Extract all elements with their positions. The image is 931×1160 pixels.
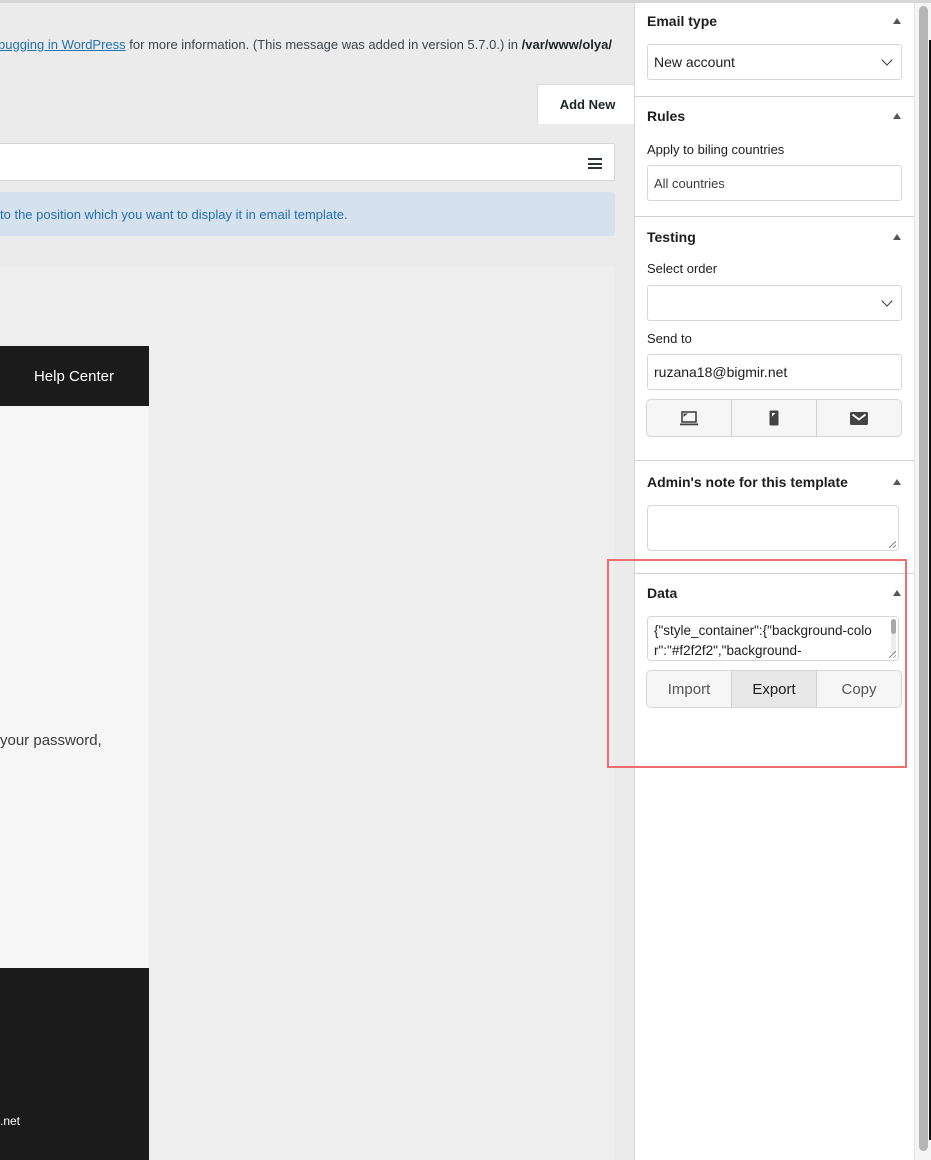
panel-admin-note-title: Admin's note for this template bbox=[647, 474, 848, 490]
email-type-select[interactable]: New account bbox=[647, 44, 902, 80]
desktop-preview-button[interactable] bbox=[647, 400, 732, 436]
copy-button[interactable]: Copy bbox=[817, 671, 901, 707]
mobile-preview-button[interactable] bbox=[732, 400, 817, 436]
collapse-icon[interactable] bbox=[893, 18, 901, 24]
info-banner-text: to the position which you want to displa… bbox=[0, 206, 348, 222]
import-button[interactable]: Import bbox=[647, 671, 732, 707]
notice-text: for more information. (This message was … bbox=[125, 37, 522, 52]
notice-path: /var/www/olya/ bbox=[521, 37, 612, 52]
desktop-icon bbox=[680, 410, 698, 425]
data-json-textarea[interactable]: {"style_container":{"background-color":"… bbox=[647, 616, 899, 661]
email-footer-text: .net bbox=[0, 1114, 21, 1128]
billing-countries-value: All countries bbox=[654, 175, 725, 191]
menu-icon[interactable] bbox=[588, 158, 602, 169]
editor-toolbar bbox=[0, 143, 615, 181]
panel-rules-header[interactable]: Rules bbox=[647, 108, 902, 124]
panel-email-type-header[interactable]: Email type bbox=[647, 13, 902, 29]
email-preview-area: Help Center your password, .net bbox=[0, 266, 615, 1160]
settings-sidebar: Email type New account Rules Apply to bi… bbox=[634, 3, 914, 1160]
billing-countries-label: Apply to biling countries bbox=[647, 142, 785, 157]
send-to-value: ruzana18@bigmir.net bbox=[654, 364, 788, 380]
add-new-button[interactable]: Add New bbox=[537, 84, 635, 124]
textarea-scrollbar[interactable] bbox=[891, 619, 896, 655]
billing-countries-input[interactable]: All countries bbox=[647, 165, 902, 201]
email-body-text: your password, bbox=[0, 732, 102, 749]
admin-note-textarea[interactable] bbox=[647, 505, 899, 551]
panel-admin-note-header[interactable]: Admin's note for this template bbox=[647, 474, 902, 490]
info-banner: to the position which you want to displa… bbox=[0, 192, 615, 236]
help-center-link[interactable]: Help Center bbox=[34, 368, 114, 385]
php-notice: bugging in WordPress for more informatio… bbox=[0, 37, 612, 52]
collapse-icon[interactable] bbox=[893, 113, 901, 119]
chevron-down-icon bbox=[881, 54, 893, 66]
export-button[interactable]: Export bbox=[732, 671, 817, 707]
email-footer: .net bbox=[0, 968, 149, 1160]
select-order-label: Select order bbox=[647, 261, 718, 276]
send-to-input[interactable]: ruzana18@bigmir.net bbox=[647, 354, 902, 390]
panel-email-type-title: Email type bbox=[647, 13, 718, 29]
data-json-value: {"style_container":{"background-color":"… bbox=[654, 623, 872, 658]
email-body: your password, bbox=[0, 406, 149, 968]
panel-email-type: Email type New account bbox=[635, 3, 914, 97]
panel-rules-title: Rules bbox=[647, 108, 686, 124]
collapse-icon[interactable] bbox=[893, 479, 901, 485]
send-to-label: Send to bbox=[647, 331, 692, 346]
panel-testing-header[interactable]: Testing bbox=[647, 229, 902, 245]
resize-handle-icon[interactable] bbox=[889, 541, 896, 548]
send-test-email-button[interactable] bbox=[817, 400, 901, 436]
mobile-icon bbox=[769, 410, 779, 426]
panel-admin-note: Admin's note for this template bbox=[635, 461, 914, 574]
debugging-link[interactable]: bugging in WordPress bbox=[0, 37, 126, 52]
send-email-icon bbox=[850, 411, 868, 425]
email-type-selected: New account bbox=[654, 54, 735, 70]
preview-button-group bbox=[646, 399, 902, 437]
data-button-group: Import Export Copy bbox=[646, 670, 902, 708]
panel-data-title: Data bbox=[647, 585, 678, 601]
resize-handle-icon[interactable] bbox=[889, 651, 896, 658]
panel-testing-title: Testing bbox=[647, 229, 696, 245]
chevron-down-icon bbox=[881, 295, 893, 307]
panel-testing: Testing Select order Send to ruzana18@bi… bbox=[635, 217, 914, 461]
sidebar-scrollbar-thumb[interactable] bbox=[919, 6, 928, 1151]
collapse-icon[interactable] bbox=[893, 590, 901, 596]
email-header: Help Center bbox=[0, 346, 149, 406]
panel-data-header[interactable]: Data bbox=[647, 585, 902, 601]
panel-rules: Rules Apply to biling countries All coun… bbox=[635, 97, 914, 217]
panel-data: Data {"style_container":{"background-col… bbox=[635, 574, 914, 708]
select-order-select[interactable] bbox=[647, 285, 902, 321]
collapse-icon[interactable] bbox=[893, 234, 901, 240]
